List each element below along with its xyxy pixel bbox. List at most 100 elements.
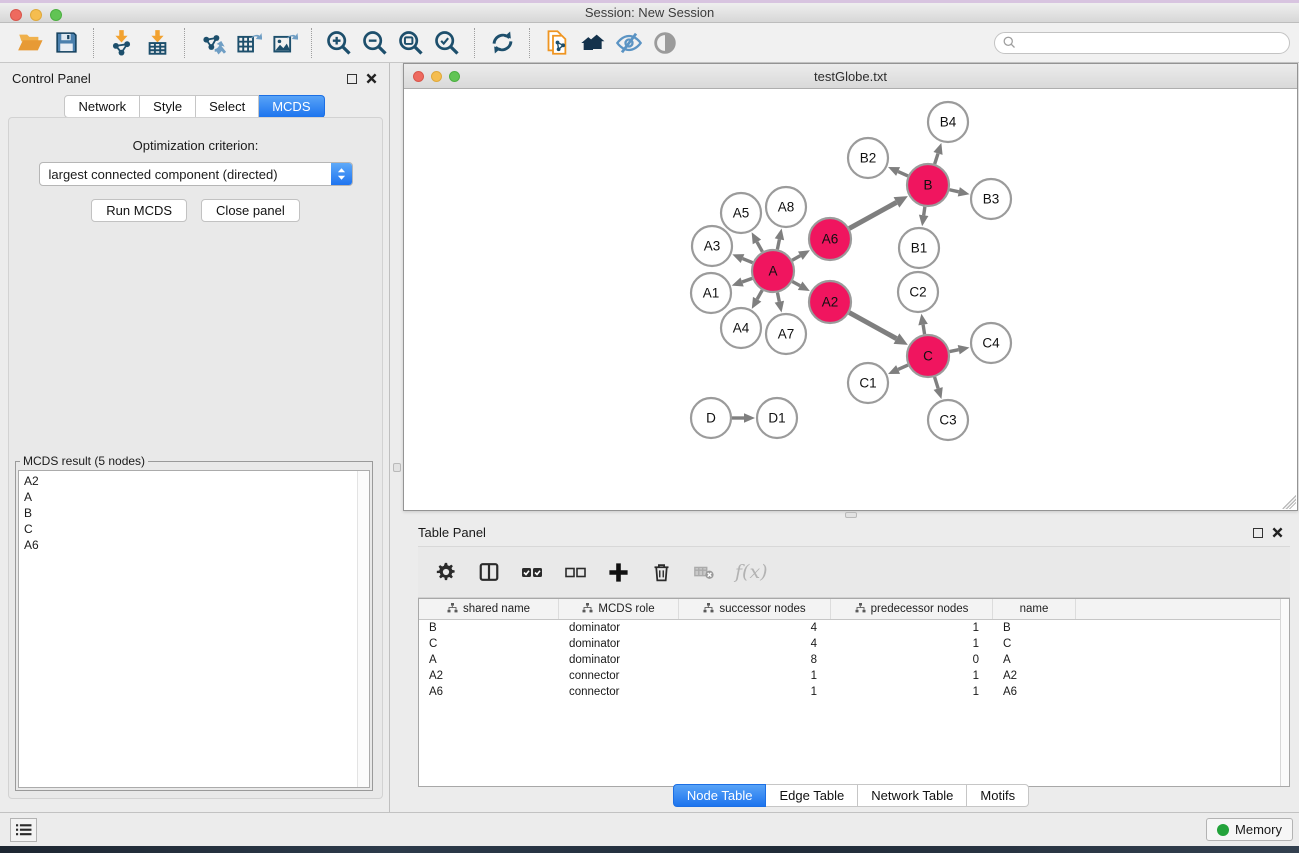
graph-edge-A-A7[interactable] [777,293,779,302]
graph-node-B[interactable]: B [907,164,949,206]
duplicate-network-icon[interactable] [539,26,575,60]
network-window-titlebar[interactable]: testGlobe.txt [404,64,1297,89]
table-cell[interactable]: A [993,654,1076,666]
optimization-criterion-select[interactable]: largest connected component (directed) [39,162,353,186]
graph-node-C1[interactable]: C1 [848,363,888,403]
graph-edge-B-B2[interactable] [898,172,908,176]
close-table-panel-icon[interactable] [1272,527,1283,538]
graph-edge-A6-B[interactable] [849,202,896,228]
column-header-shared-name[interactable]: shared name [419,599,559,619]
tab-motifs[interactable]: Motifs [967,784,1029,807]
result-item-a6[interactable]: A6 [24,537,369,553]
tab-style[interactable]: Style [140,95,196,118]
table-cell[interactable]: 4 [679,622,831,634]
close-network-button[interactable] [413,71,424,82]
table-cell[interactable]: 8 [679,654,831,666]
tab-mcds[interactable]: MCDS [259,95,324,118]
export-table-icon[interactable] [230,26,266,60]
graph-edge-A-A6[interactable] [792,256,800,261]
minimize-network-button[interactable] [431,71,442,82]
graph-edge-A-A3[interactable] [743,259,753,263]
delete-columns-icon[interactable] [649,560,673,584]
graph-edge-C-C3[interactable] [935,377,939,389]
show-panels-icon[interactable] [647,26,683,60]
tab-edge-table[interactable]: Edge Table [766,784,858,807]
import-table-icon[interactable] [139,26,175,60]
table-cell[interactable]: 1 [831,638,993,650]
graph-edge-B-B4[interactable] [935,153,938,164]
table-scrollbar[interactable] [1280,599,1289,786]
graph-edge-C-C1[interactable] [898,365,908,369]
table-cell[interactable]: dominator [559,638,679,650]
table-cell[interactable]: B [419,622,559,634]
vertical-splitter[interactable] [391,63,403,812]
zoom-out-icon[interactable] [357,26,393,60]
graph-edge-C-C2[interactable] [923,325,925,335]
network-graph[interactable]: B4B2BB3A8A5A6A3B1AA1C2A2A4A7C4CC1C3DD1 [404,89,1297,510]
table-cell[interactable]: A2 [993,670,1076,682]
table-cell[interactable]: 1 [831,622,993,634]
graph-node-B3[interactable]: B3 [971,179,1011,219]
graph-edge-B-B3[interactable] [949,190,958,192]
table-row[interactable]: Bdominator41B [419,620,1289,636]
tab-node-table[interactable]: Node Table [673,784,767,807]
table-cell[interactable]: B [993,622,1076,634]
graph-edge-C-C4[interactable] [950,350,959,352]
minimize-window-button[interactable] [30,9,42,21]
graph-edge-A-A2[interactable] [792,282,800,286]
graph-edge-A2-C[interactable] [849,313,896,339]
resize-grip-icon[interactable] [1282,495,1296,509]
table-cell[interactable]: C [993,638,1076,650]
table-cell[interactable]: 4 [679,638,831,650]
graph-node-A1[interactable]: A1 [691,273,731,313]
graph-edge-B-B1[interactable] [924,207,925,216]
select-all-columns-icon[interactable] [520,560,544,584]
table-cell[interactable]: connector [559,686,679,698]
table-row[interactable]: A6connector11A6 [419,684,1289,700]
table-cell[interactable]: A2 [419,670,559,682]
graph-node-B1[interactable]: B1 [899,228,939,268]
graph-node-B4[interactable]: B4 [928,102,968,142]
table-cell[interactable]: connector [559,670,679,682]
run-mcds-button[interactable]: Run MCDS [91,199,187,222]
table-cell[interactable]: A6 [993,686,1076,698]
mcds-result-list[interactable]: A2ABCA6 [18,470,370,788]
float-panel-icon[interactable] [347,74,357,84]
export-image-icon[interactable] [266,26,302,60]
graph-node-C3[interactable]: C3 [928,400,968,440]
zoom-fit-icon[interactable] [393,26,429,60]
table-cell[interactable]: 1 [679,686,831,698]
graph-node-A2[interactable]: A2 [809,281,851,323]
float-table-panel-icon[interactable] [1253,528,1263,538]
table-cell[interactable]: dominator [559,654,679,666]
graph-node-A7[interactable]: A7 [766,314,806,354]
result-item-a[interactable]: A [24,489,369,505]
graph-node-C[interactable]: C [907,335,949,377]
import-network-icon[interactable] [103,26,139,60]
zoom-window-button[interactable] [50,9,62,21]
graph-node-A6[interactable]: A6 [809,218,851,260]
table-cell[interactable]: 1 [679,670,831,682]
graph-node-D[interactable]: D [691,398,731,438]
tab-select[interactable]: Select [196,95,259,118]
table-cell[interactable]: 1 [831,686,993,698]
export-network-icon[interactable] [194,26,230,60]
graph-edge-A-A5[interactable] [757,242,762,252]
graph-node-B2[interactable]: B2 [848,138,888,178]
close-panel-icon[interactable] [366,73,377,84]
task-history-button[interactable] [10,818,37,842]
graph-node-D1[interactable]: D1 [757,398,797,438]
column-header-MCDS-role[interactable]: MCDS role [559,599,679,619]
column-header-successor-nodes[interactable]: successor nodes [679,599,831,619]
table-row[interactable]: Adominator80A [419,652,1289,668]
graph-node-C4[interactable]: C4 [971,323,1011,363]
network-overview-icon[interactable] [575,26,611,60]
table-cell[interactable]: C [419,638,559,650]
table-cell[interactable]: 1 [831,670,993,682]
result-item-a2[interactable]: A2 [24,473,369,489]
graph-node-A4[interactable]: A4 [721,308,761,348]
search-input[interactable] [1017,36,1289,50]
deselect-all-columns-icon[interactable] [563,560,587,584]
graph-node-A8[interactable]: A8 [766,187,806,227]
table-cell[interactable]: A [419,654,559,666]
